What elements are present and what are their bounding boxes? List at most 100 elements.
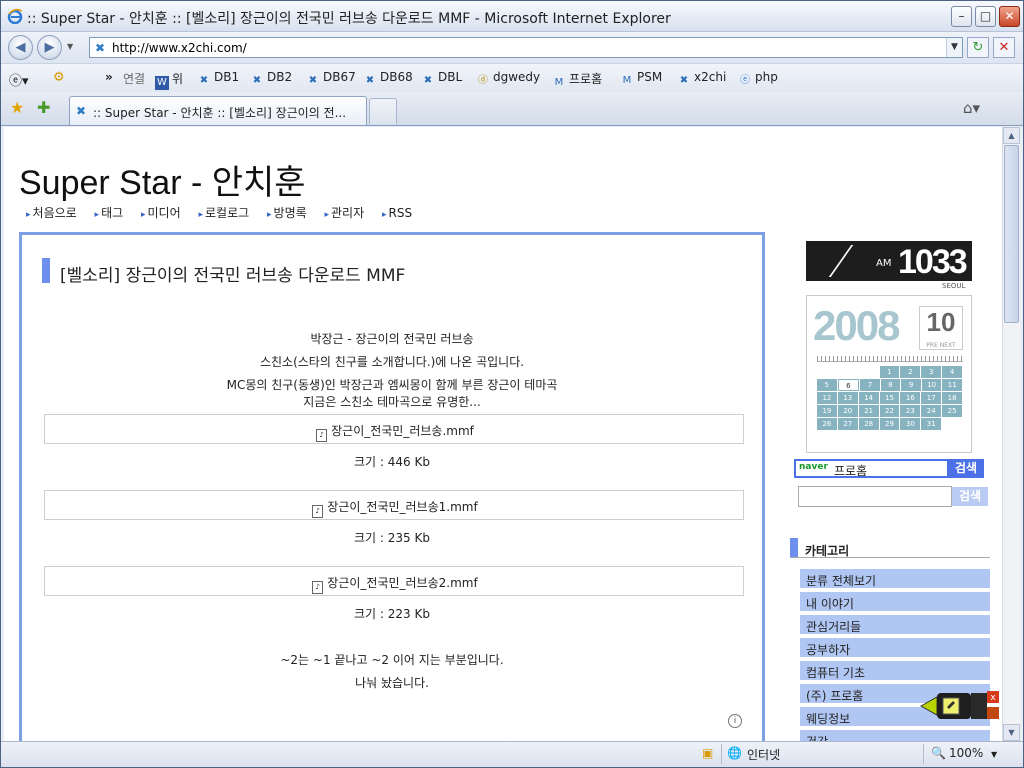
back-button[interactable]: ◀ [8,35,33,60]
calendar-day[interactable]: 12 [817,392,837,404]
security-zone[interactable]: 인터넷 [747,746,780,763]
tools-icon[interactable]: ⚙ [53,70,65,85]
category-item[interactable]: 공부하자 [800,638,990,659]
calendar-day[interactable]: 16 [900,392,921,404]
calendar-day[interactable]: 9 [901,379,921,391]
calendar-day[interactable]: 27 [837,418,858,430]
calendar-day[interactable]: 26 [817,418,837,430]
calendar-day [942,418,962,430]
calendar-day[interactable]: 30 [900,418,921,430]
zoom-level[interactable]: 100% [949,746,983,760]
calendar-day[interactable]: 1 [879,366,900,378]
naver-search-button[interactable]: 검색 [948,459,984,478]
popup-blocker-icon[interactable]: ▣ [702,746,713,760]
category-item[interactable]: 관심거리들 [800,615,990,636]
link-prohome[interactable]: M 프로홈 [552,70,602,90]
address-dropdown-icon[interactable]: ▼ [946,38,962,57]
blog-title[interactable]: Super Star - 안치훈 [19,155,306,204]
attachment-link[interactable]: ♪ 장근이_전국민_러브송1.mmf [45,498,745,518]
link-db1[interactable]: ✖ DB1 [197,70,239,88]
calendar-day[interactable]: 15 [879,392,900,404]
forward-button[interactable]: ▶ [37,35,62,60]
menu-tag[interactable]: 태그 [95,206,124,220]
menu-media[interactable]: 미디어 [141,206,181,220]
links-chevron[interactable]: » [105,70,113,84]
add-favorite-icon[interactable]: ✚ [37,98,50,117]
zoom-dropdown-icon[interactable]: ▼ [991,750,997,759]
calendar-day[interactable]: 19 [817,405,837,417]
link-psm[interactable]: M PSM [620,70,663,88]
category-item[interactable]: 분류 전체보기 [800,569,990,590]
calendar-day[interactable]: 23 [900,405,921,417]
category-item[interactable]: 컴퓨터 기초 [800,661,990,682]
calendar-day[interactable]: 24 [921,405,942,417]
menu-locallog[interactable]: 로컬로그 [198,206,249,220]
calendar-day[interactable]: 4 [942,366,963,378]
attachment-link[interactable]: ♪ 장근이_전국민_러브송2.mmf [45,574,745,594]
favorites-star-icon[interactable]: ★ [10,98,24,117]
link-x2chi[interactable]: ✖ x2chi [677,70,726,88]
naver-search-field[interactable]: naver 프로홈 [794,459,949,478]
home-icon[interactable]: ⌂▾ [963,99,980,117]
calendar-day[interactable]: 11 [942,379,963,391]
calendar-day[interactable]: 14 [858,392,879,404]
db-icon: ✖ [365,75,375,86]
menu-rss[interactable]: RSS [382,206,412,220]
calendar-day[interactable]: 29 [879,418,900,430]
floating-widget-icon[interactable]: x [919,689,999,723]
stop-button[interactable]: ✕ [993,37,1015,58]
calendar-day[interactable]: 18 [942,392,963,404]
calendar-day[interactable]: 2 [900,366,921,378]
calendar-day[interactable]: 31 [921,418,942,430]
scroll-thumb[interactable] [1004,145,1019,323]
post-line: 박장근 - 장근이의 전국민 러브송 [310,332,474,346]
attachment-link[interactable]: ♪ 장근이_전국민_러브송.mmf [45,422,745,442]
post-heading[interactable]: [벨소리] 장근이의 전국민 러브송 다운로드 MMF [60,261,405,286]
ie-menu-icon[interactable]: ⓔ▾ [9,70,29,89]
calendar-day[interactable]: 8 [880,379,901,391]
info-icon[interactable]: i [728,714,742,728]
refresh-button[interactable]: ↻ [967,37,989,58]
address-url[interactable]: http://www.x2chi.com/ [112,41,247,55]
minimize-button[interactable]: – [951,6,972,27]
blog-search-button[interactable]: 검색 [952,487,988,506]
calendar-day[interactable]: 6 [837,379,860,391]
link-dgwedy[interactable]: ⓓ dgwedy [476,70,540,88]
address-bar[interactable]: ✖ http://www.x2chi.com/ ▼ [89,37,963,58]
scroll-down-icon[interactable]: ▼ [1003,724,1020,741]
menu-home[interactable]: 처음으로 [26,206,77,220]
category-item[interactable]: 내 이야기 [800,592,990,613]
menu-guestbook[interactable]: 방명록 [267,206,307,220]
calendar-day[interactable]: 21 [858,405,879,417]
link-wi[interactable]: W위 [155,70,183,90]
new-tab-button[interactable] [369,98,397,124]
category-item[interactable]: 건강 [800,730,990,741]
site-favicon: ✖ [95,41,106,55]
calendar-day[interactable]: 7 [860,379,880,391]
calendar-day[interactable]: 13 [837,392,858,404]
link-db2[interactable]: ✖ DB2 [250,70,292,88]
vertical-scrollbar[interactable]: ▲ ▼ [1002,127,1020,741]
calendar-day[interactable]: 20 [837,405,858,417]
calendar-nav[interactable]: PRE NEXT [919,342,963,349]
close-button[interactable]: ✕ [999,6,1020,27]
maximize-button[interactable]: □ [975,6,996,27]
scroll-up-icon[interactable]: ▲ [1003,127,1020,144]
calendar-day[interactable]: 5 [817,379,837,391]
calendar-week: 12 13 14 15 16 17 18 [817,392,963,404]
calendar-day[interactable]: 17 [921,392,942,404]
link-db67[interactable]: ✖ DB67 [306,70,356,88]
calendar-day[interactable]: 28 [858,418,879,430]
tab-current[interactable]: ✖ :: Super Star - 안치훈 :: [벨소리] 장근이의 전... [69,96,367,125]
recent-pages-dropdown[interactable]: ▼ [67,42,73,51]
link-php[interactable]: ⓔ php [738,70,778,88]
calendar-day[interactable]: 10 [921,379,942,391]
attachment-box: ♪ 장근이_전국민_러브송1.mmf [44,490,744,520]
menu-admin[interactable]: 관리자 [324,206,364,220]
link-db68[interactable]: ✖ DB68 [363,70,413,88]
calendar-day[interactable]: 22 [879,405,900,417]
blog-search-input[interactable] [798,486,952,507]
link-dbl[interactable]: ✖ DBL [421,70,462,88]
calendar-day[interactable]: 25 [942,405,963,417]
calendar-day[interactable]: 3 [921,366,942,378]
